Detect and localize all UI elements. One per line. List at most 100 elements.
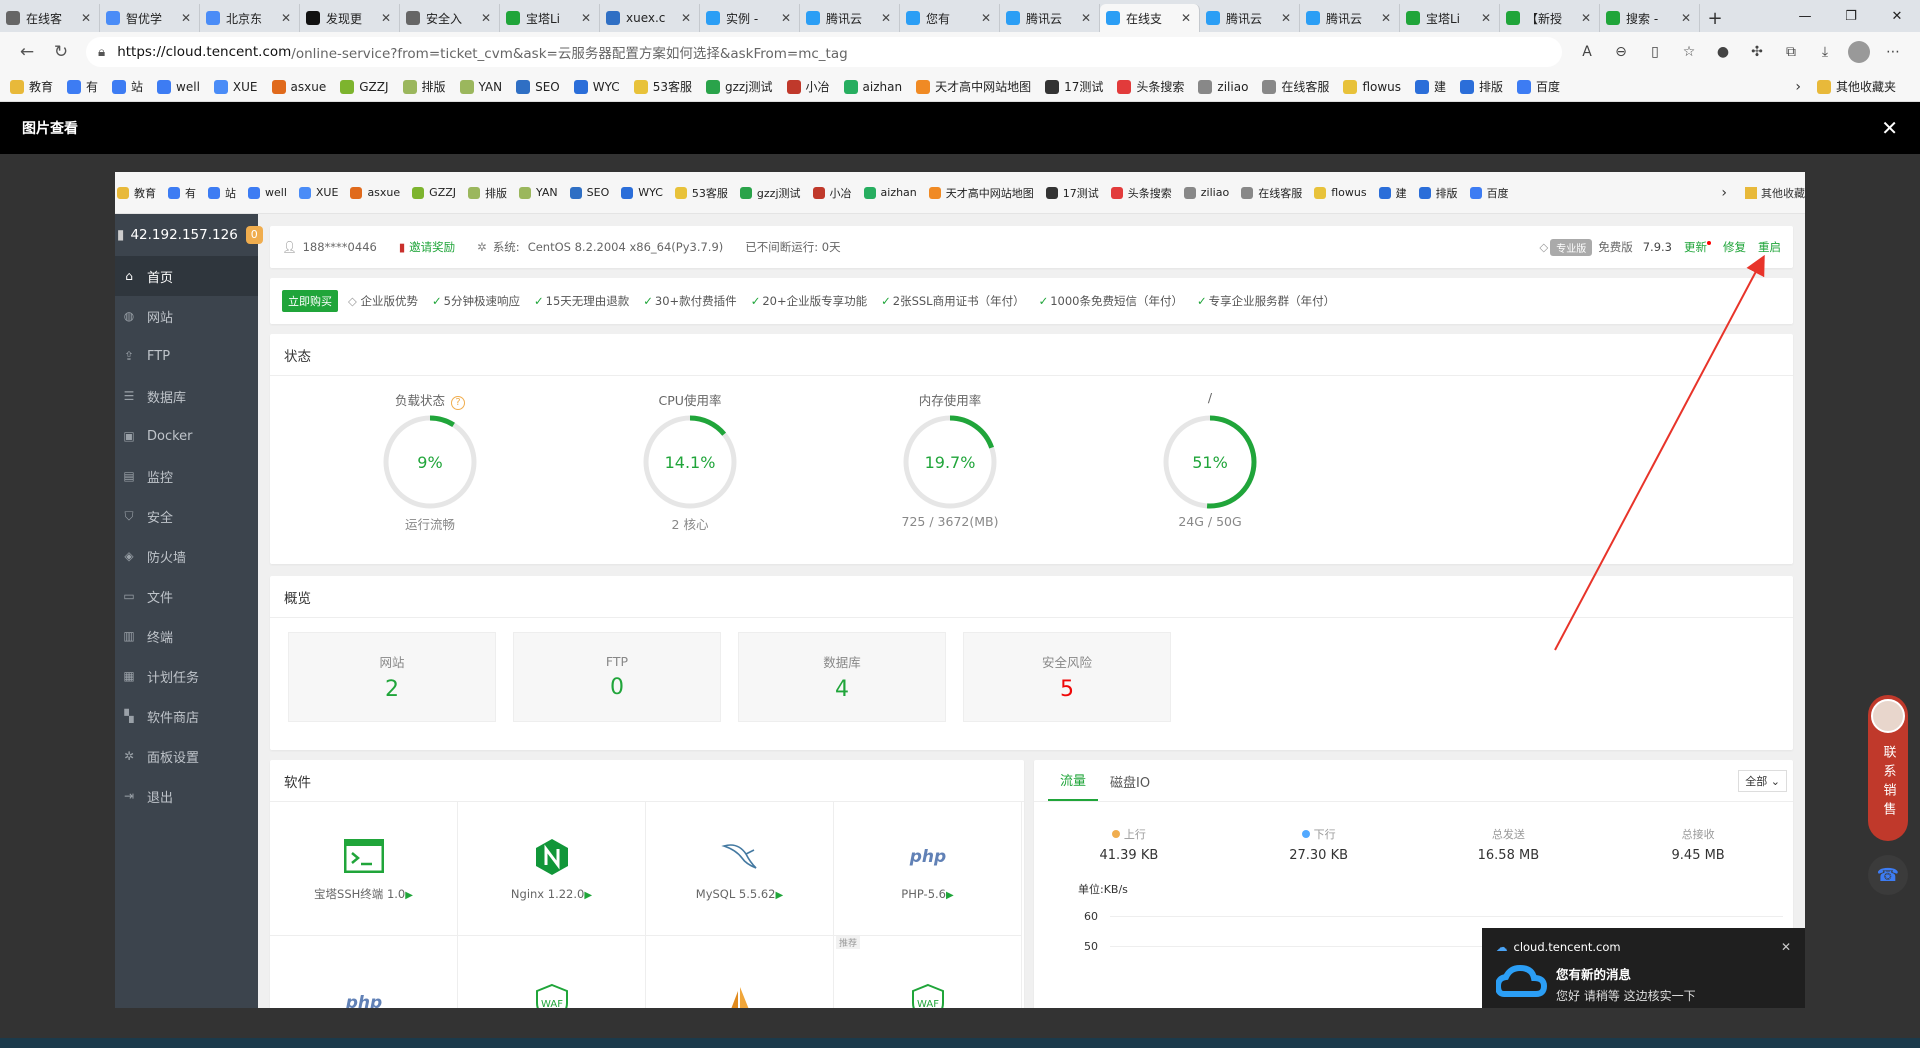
tab-close-icon[interactable]: ✕ — [1279, 11, 1293, 25]
split-screen-icon[interactable]: ▯ — [1638, 37, 1672, 67]
url-field[interactable]: 🔒︎ https://cloud.tencent.com/online-serv… — [86, 37, 1562, 67]
pro-badge[interactable]: 专业版 — [1550, 238, 1593, 256]
software-item[interactable]: Nginx 1.22.0▶ — [458, 802, 646, 936]
invite-link[interactable]: ▮ 邀请奖励 — [399, 239, 455, 255]
tab-close-icon[interactable]: ✕ — [179, 11, 193, 25]
favorite-star-icon[interactable]: ☆ — [1672, 37, 1706, 67]
status-gauge[interactable]: 负载状态? 9% 运行流畅 — [300, 376, 560, 533]
browser-tab[interactable]: 您有 ✕ — [900, 4, 1000, 32]
browser-tab[interactable]: 腾讯云 ✕ — [1000, 4, 1100, 32]
browser-tab[interactable]: 宝塔Li ✕ — [500, 4, 600, 32]
bookmark-item[interactable]: asxue — [271, 79, 326, 94]
tab-close-icon[interactable]: ✕ — [379, 11, 393, 25]
bookmark-item[interactable]: 17测试 — [1045, 78, 1103, 95]
bookmark-item[interactable]: 在线客服 — [1262, 78, 1329, 95]
sidebar-item[interactable]: ▤ 监控 — [115, 456, 258, 496]
bookmark-item[interactable]: 有 — [67, 78, 98, 95]
browser-tab[interactable]: 搜索 - ✕ — [1600, 4, 1700, 32]
browser-tab[interactable]: 在线客 ✕ — [0, 4, 100, 32]
browser-tab[interactable]: 腾讯云 ✕ — [1200, 4, 1300, 32]
bookmark-item[interactable]: GZZJ — [340, 79, 389, 94]
headset-icon[interactable]: ☎ — [1868, 855, 1908, 895]
bookmark-item[interactable]: 天才高中网站地图 — [916, 78, 1031, 95]
buy-now-button[interactable]: 立即购买 — [282, 290, 338, 312]
bookmark-item[interactable]: XUE — [213, 79, 258, 94]
restart-link[interactable]: 重启 — [1758, 239, 1781, 255]
bookmark-item[interactable]: 头条搜索 — [1117, 78, 1184, 95]
bookmark-item[interactable]: 站 — [112, 78, 143, 95]
sidebar-item[interactable]: ☰ 数据库 — [115, 376, 258, 416]
notification-toast[interactable]: ☁ cloud.tencent.com ✕ 您有新的消息 您好 请稍等 这边核实… — [1482, 928, 1805, 1008]
tab-close-icon[interactable]: ✕ — [1079, 11, 1093, 25]
tab-close-icon[interactable]: ✕ — [479, 11, 493, 25]
overview-stat[interactable]: 安全风险 5 — [963, 632, 1171, 722]
minimize-icon[interactable]: — — [1782, 0, 1828, 32]
repair-link[interactable]: 修复 — [1723, 239, 1746, 255]
traffic-select[interactable]: 全部 ⌄ — [1738, 770, 1787, 792]
browser-tab[interactable]: 安全入 ✕ — [400, 4, 500, 32]
other-bookmarks-folder[interactable]: 其他收藏夹 — [1816, 78, 1896, 95]
tab-close-icon[interactable]: ✕ — [1179, 11, 1193, 25]
tab-close-icon[interactable]: ✕ — [1379, 11, 1393, 25]
read-aloud-icon[interactable]: A — [1570, 37, 1604, 67]
sidebar-item[interactable]: ⛉ 安全 — [115, 496, 258, 536]
help-icon[interactable]: ? — [451, 396, 465, 410]
tab-close-icon[interactable]: ✕ — [879, 11, 893, 25]
contact-sales-widget[interactable]: 联系销售 — [1868, 695, 1908, 841]
toast-close-icon[interactable]: ✕ — [1781, 940, 1791, 954]
bookmark-item[interactable]: ziliao — [1198, 79, 1248, 94]
browser-tab[interactable]: 实例 - ✕ — [700, 4, 800, 32]
bookmark-item[interactable]: 百度 — [1517, 78, 1560, 95]
bookmark-item[interactable]: YAN — [459, 79, 502, 94]
bookmark-item[interactable]: aizhan — [843, 79, 902, 94]
status-gauge[interactable]: / 51% 24G / 50G — [1080, 376, 1340, 533]
overview-stat[interactable]: 数据库 4 — [738, 632, 946, 722]
sidebar-item[interactable]: ⇪ FTP — [115, 336, 258, 376]
status-gauge[interactable]: CPU使用率 14.1% 2 核心 — [560, 376, 820, 533]
sidebar-item[interactable]: ▚ 软件商店 — [115, 696, 258, 736]
zoom-icon[interactable]: ⊖ — [1604, 37, 1638, 67]
status-gauge[interactable]: 内存使用率 19.7% 725 / 3672(MB) — [820, 376, 1080, 533]
play-icon[interactable]: ▶ — [946, 890, 954, 901]
tab-close-icon[interactable]: ✕ — [779, 11, 793, 25]
overview-stat[interactable]: FTP 0 — [513, 632, 721, 722]
viewer-close-icon[interactable]: ✕ — [1881, 116, 1898, 140]
tab-close-icon[interactable]: ✕ — [79, 11, 93, 25]
tab-close-icon[interactable]: ✕ — [279, 11, 293, 25]
software-item[interactable]: 宝塔SSH终端 1.0▶ — [270, 802, 458, 936]
tab-close-icon[interactable]: ✕ — [1479, 11, 1493, 25]
download-icon[interactable]: ⤓ — [1808, 37, 1842, 67]
overview-stat[interactable]: 网站 2 — [288, 632, 496, 722]
browser-tab[interactable]: xuex.c ✕ — [600, 4, 700, 32]
sidebar-item[interactable]: ⌂ 首页 — [115, 256, 258, 296]
bookmark-item[interactable]: gzzj测试 — [705, 78, 773, 95]
bookmark-item[interactable]: WYC — [573, 79, 620, 94]
bookmark-item[interactable]: SEO — [516, 79, 560, 94]
browser-tab[interactable]: 腾讯云 ✕ — [800, 4, 900, 32]
extension-k-icon[interactable]: ● — [1706, 37, 1740, 67]
software-item[interactable] — [646, 936, 834, 1008]
sidebar-item[interactable]: ▭ 文件 — [115, 576, 258, 616]
back-icon[interactable]: ← — [10, 37, 44, 67]
play-icon[interactable]: ▶ — [405, 890, 413, 901]
extensions-icon[interactable]: ✣ — [1740, 37, 1774, 67]
close-window-icon[interactable]: ✕ — [1874, 0, 1920, 32]
tab-close-icon[interactable]: ✕ — [1579, 11, 1593, 25]
tab-close-icon[interactable]: ✕ — [1679, 11, 1693, 25]
more-menu-icon[interactable]: ⋯ — [1876, 37, 1910, 67]
browser-tab[interactable]: 【新授 ✕ — [1500, 4, 1600, 32]
bookmark-item[interactable]: 教育 — [10, 78, 53, 95]
tab-close-icon[interactable]: ✕ — [679, 11, 693, 25]
bookmark-item[interactable]: flowus — [1343, 79, 1401, 94]
traffic-tab[interactable]: 流量 — [1048, 770, 1099, 801]
chevron-right-icon[interactable]: › — [1795, 79, 1801, 95]
sidebar-item[interactable]: ✲ 面板设置 — [115, 736, 258, 776]
update-link[interactable]: 更新 — [1684, 239, 1711, 255]
collections-icon[interactable]: ⧉ — [1774, 37, 1808, 67]
play-icon[interactable]: ▶ — [584, 890, 592, 901]
sidebar-item[interactable]: ◈ 防火墙 — [115, 536, 258, 576]
bookmark-item[interactable]: 排版 — [402, 78, 446, 95]
software-item[interactable]: php — [270, 936, 458, 1008]
browser-tab[interactable]: 腾讯云 ✕ — [1300, 4, 1400, 32]
bookmark-item[interactable]: 建 — [1415, 78, 1446, 95]
